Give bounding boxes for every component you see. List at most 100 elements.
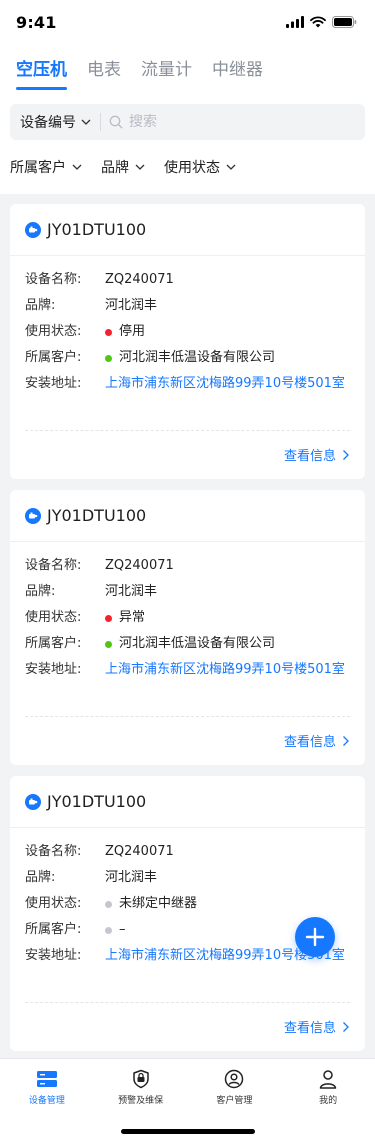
address-row: 安装地址: 上海市浦东新区沈梅路99弄10号楼501室 bbox=[25, 660, 350, 680]
device-code: JY01DTU100 bbox=[47, 220, 147, 239]
view-info-link[interactable]: 查看信息 bbox=[284, 445, 350, 464]
wifi-icon bbox=[310, 16, 326, 28]
view-info-label: 查看信息 bbox=[283, 735, 336, 750]
address-label: 安装地址: bbox=[25, 662, 82, 677]
device-card-header: JY01DTU100 bbox=[10, 204, 365, 256]
tabbar-device-management[interactable]: 设备管理 bbox=[0, 1069, 94, 1109]
tab-electric-meter[interactable]: 电表 bbox=[87, 55, 121, 90]
customer-row: 所属客户: 河北润丰低温设备有限公司 bbox=[25, 348, 350, 368]
signal-icon bbox=[286, 16, 304, 28]
device-name-value: ZQ240071 bbox=[105, 844, 174, 859]
add-device-button[interactable] bbox=[295, 917, 335, 957]
address-link[interactable]: 上海市浦东新区沈梅路99弄10号楼501室 bbox=[105, 374, 350, 394]
address-row: 安装地址: 上海市浦东新区沈梅路99弄10号楼501室 bbox=[25, 374, 350, 394]
tab-flow-meter[interactable]: 流量计 bbox=[141, 55, 192, 90]
customer-value: 河北润丰低温设备有限公司 bbox=[119, 636, 276, 651]
chevron-right-icon bbox=[343, 449, 349, 460]
status-label: 使用状态: bbox=[25, 324, 82, 339]
status-row: 使用状态: 未绑定中继器 bbox=[25, 894, 350, 914]
device-name-label: 设备名称: bbox=[25, 558, 82, 573]
search-input[interactable] bbox=[129, 114, 329, 130]
tabbar-profile[interactable]: 我的 bbox=[281, 1069, 375, 1109]
filter-brand-label: 品牌 bbox=[101, 160, 129, 176]
search-bar: 设备编号 bbox=[10, 104, 365, 140]
status-label: 使用状态: bbox=[25, 610, 82, 625]
search-field-select[interactable]: 设备编号 bbox=[10, 113, 101, 131]
status-dot bbox=[105, 615, 112, 622]
address-label: 安装地址: bbox=[25, 376, 82, 391]
search-icon bbox=[109, 115, 123, 129]
brand-value: 河北润丰 bbox=[105, 870, 158, 885]
battery-icon bbox=[332, 16, 357, 28]
search-section: 设备编号 bbox=[0, 90, 375, 140]
brand-label: 品牌: bbox=[25, 870, 56, 885]
home-indicator bbox=[120, 1129, 255, 1134]
chevron-right-icon bbox=[343, 1021, 349, 1032]
device-name-row: 设备名称: ZQ240071 bbox=[25, 842, 350, 862]
tabbar-label: 预警及维保 bbox=[118, 1096, 164, 1106]
tab-air-compressor[interactable]: 空压机 bbox=[16, 55, 67, 90]
device-card[interactable]: JY01DTU100 设备名称: ZQ240071 品牌: 河北润丰 使用状态:… bbox=[10, 490, 365, 765]
device-card[interactable]: JY01DTU100 设备名称: ZQ240071 品牌: 河北润丰 使用状态:… bbox=[10, 776, 365, 1051]
status-row: 使用状态: 异常 bbox=[25, 608, 350, 628]
compressor-icon bbox=[25, 507, 41, 524]
device-name-row: 设备名称: ZQ240071 bbox=[25, 270, 350, 290]
card-divider bbox=[25, 430, 350, 431]
tab-repeater[interactable]: 中继器 bbox=[212, 55, 263, 90]
brand-row: 品牌: 河北润丰 bbox=[25, 582, 350, 602]
address-label: 安装地址: bbox=[25, 948, 82, 963]
chevron-down-icon bbox=[135, 164, 145, 170]
alert-shield-icon bbox=[132, 1069, 149, 1089]
status-row: 使用状态: 停用 bbox=[25, 322, 350, 342]
device-name-row: 设备名称: ZQ240071 bbox=[25, 556, 350, 576]
chevron-down-icon bbox=[72, 164, 82, 170]
status-dot bbox=[105, 901, 112, 908]
customer-label: 所属客户: bbox=[25, 922, 82, 937]
brand-row: 品牌: 河北润丰 bbox=[25, 296, 350, 316]
tabbar-label: 设备管理 bbox=[28, 1096, 65, 1106]
customer-icon bbox=[225, 1069, 244, 1089]
device-code: JY01DTU100 bbox=[47, 792, 147, 811]
filter-customer[interactable]: 所属客户 bbox=[10, 157, 83, 177]
status-dot bbox=[105, 329, 112, 336]
device-name-value: ZQ240071 bbox=[105, 272, 174, 287]
device-card-header: JY01DTU100 bbox=[10, 490, 365, 542]
brand-value: 河北润丰 bbox=[105, 584, 158, 599]
device-management-icon bbox=[36, 1071, 57, 1087]
status-label: 使用状态: bbox=[25, 896, 82, 911]
device-card[interactable]: JY01DTU100 设备名称: ZQ240071 品牌: 河北润丰 使用状态:… bbox=[10, 204, 365, 479]
chevron-down-icon bbox=[226, 164, 236, 170]
status-value: 异常 bbox=[119, 610, 146, 625]
device-name-label: 设备名称: bbox=[25, 844, 82, 859]
profile-icon bbox=[319, 1070, 337, 1089]
compressor-icon bbox=[25, 221, 41, 238]
address-link[interactable]: 上海市浦东新区沈梅路99弄10号楼501室 bbox=[105, 660, 350, 680]
filter-bar: 所属客户 品牌 使用状态 bbox=[0, 140, 375, 194]
tabbar-alerts-maintenance[interactable]: 预警及维保 bbox=[94, 1069, 188, 1109]
top-area: 9:41 空压机 电表 流量计 中继器 设备编号 搜索 所属客户 品牌 使用状态 bbox=[0, 0, 375, 194]
status-value: 停用 bbox=[119, 324, 146, 339]
view-info-label: 查看信息 bbox=[283, 449, 336, 464]
filter-status-label: 使用状态 bbox=[164, 160, 220, 176]
brand-label: 品牌: bbox=[25, 298, 56, 313]
device-code: JY01DTU100 bbox=[47, 506, 147, 525]
customer-row: 所属客户: 河北润丰低温设备有限公司 bbox=[25, 634, 350, 654]
device-card-body: 设备名称: ZQ240071 品牌: 河北润丰 使用状态: 停用 所属客户: 河… bbox=[10, 256, 365, 394]
filter-status[interactable]: 使用状态 bbox=[164, 157, 237, 177]
view-info-link[interactable]: 查看信息 bbox=[284, 731, 350, 750]
brand-row: 品牌: 河北润丰 bbox=[25, 868, 350, 888]
device-card-body: 设备名称: ZQ240071 品牌: 河北润丰 使用状态: 异常 所属客户: 河… bbox=[10, 542, 365, 680]
status-time: 9:41 bbox=[16, 12, 57, 32]
customer-label: 所属客户: bbox=[25, 350, 82, 365]
filter-brand[interactable]: 品牌 bbox=[101, 157, 146, 177]
search-input-wrap bbox=[101, 114, 365, 130]
compressor-icon bbox=[25, 793, 41, 810]
view-info-link[interactable]: 查看信息 bbox=[284, 1017, 350, 1036]
device-card-header: JY01DTU100 bbox=[10, 776, 365, 828]
card-divider bbox=[25, 1002, 350, 1003]
filter-customer-label: 所属客户 bbox=[10, 160, 66, 176]
customer-value: 河北润丰低温设备有限公司 bbox=[119, 350, 276, 365]
status-bar: 9:41 bbox=[0, 0, 375, 44]
tabbar-customer-management[interactable]: 客户管理 bbox=[188, 1069, 282, 1109]
device-name-label: 设备名称: bbox=[25, 272, 82, 287]
